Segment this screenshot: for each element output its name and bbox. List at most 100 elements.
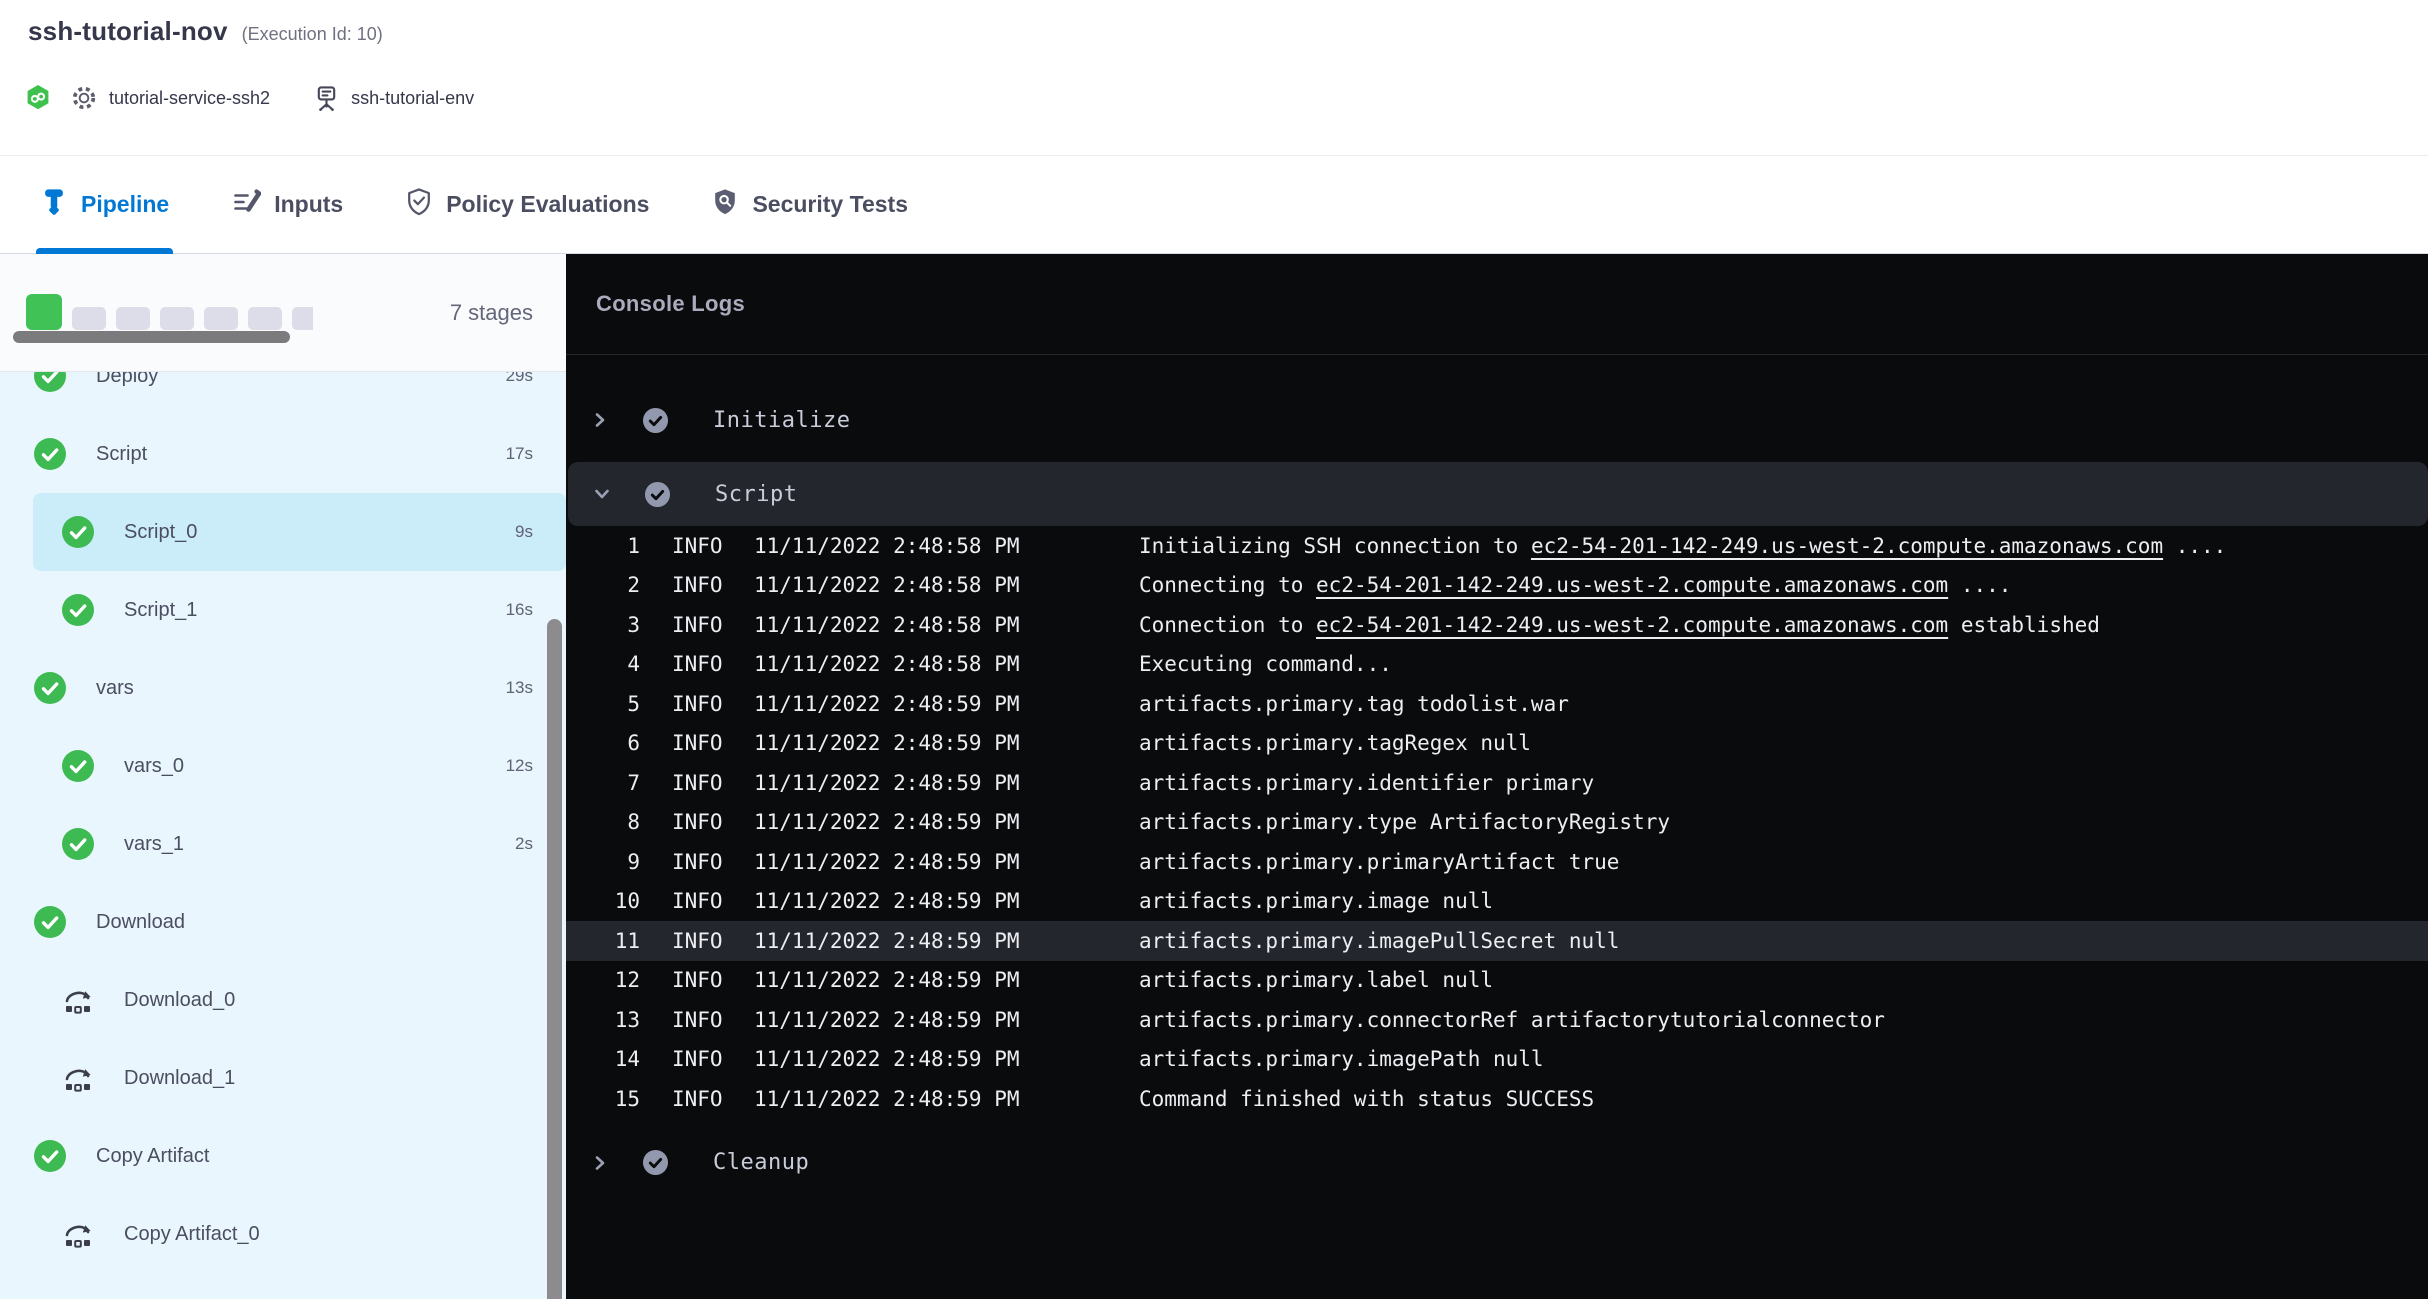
log-level: INFO: [672, 573, 732, 597]
log-line-number: 14: [590, 1047, 640, 1071]
minimap-segment[interactable]: [248, 307, 282, 330]
minimap-segment[interactable]: [160, 307, 194, 330]
tab-label: Policy Evaluations: [446, 191, 649, 218]
tab-policy-evaluations[interactable]: Policy Evaluations: [405, 156, 649, 253]
log-line[interactable]: 2 INFO 11/11/2022 2:48:58 PM Connecting …: [566, 566, 2428, 606]
stage-row-script-1[interactable]: Script_1 16s: [0, 571, 566, 649]
cd-module-icon: [25, 84, 51, 112]
chevron-down-icon[interactable]: [594, 486, 610, 502]
log-host-link[interactable]: ec2-54-201-142-249.us-west-2.compute.ama…: [1531, 534, 2163, 558]
log-timestamp: 11/11/2022 2:48:59 PM: [754, 1047, 1064, 1071]
log-host-link[interactable]: ec2-54-201-142-249.us-west-2.compute.ama…: [1316, 573, 1948, 597]
minimap-horizontal-scrollbar[interactable]: [13, 331, 290, 343]
stage-duration: 2s: [515, 834, 533, 854]
tab-pipeline[interactable]: Pipeline: [40, 156, 169, 253]
chevron-right-icon[interactable]: [592, 1155, 608, 1171]
stage-duration: 12s: [506, 756, 533, 776]
log-line[interactable]: 4 INFO 11/11/2022 2:48:58 PM Executing c…: [566, 645, 2428, 685]
tab-inputs[interactable]: Inputs: [231, 156, 343, 253]
log-message: artifacts.primary.imagePath null: [1139, 1047, 1544, 1071]
log-line[interactable]: 13 INFO 11/11/2022 2:48:59 PM artifacts.…: [566, 1000, 2428, 1040]
command-step-icon: [62, 984, 94, 1016]
log-timestamp: 11/11/2022 2:48:59 PM: [754, 692, 1064, 716]
stage-label: vars: [96, 677, 506, 700]
log-line-number: 5: [590, 692, 640, 716]
stage-row-download[interactable]: Download: [0, 883, 566, 961]
page-header: ssh-tutorial-nov (Execution Id: 10) tuto…: [0, 0, 2428, 155]
log-message: artifacts.primary.imagePullSecret null: [1139, 929, 1619, 953]
execution-tabbar: Pipeline Inputs Policy Evaluations Secur…: [0, 155, 2428, 254]
stage-row-script-0[interactable]: Script_0 9s: [33, 493, 566, 571]
stage-label: Download: [96, 911, 533, 934]
log-section-script[interactable]: Script: [568, 462, 2428, 526]
stage-row-vars-0[interactable]: vars_0 12s: [0, 727, 566, 805]
log-line[interactable]: 6 INFO 11/11/2022 2:48:59 PM artifacts.p…: [566, 724, 2428, 764]
execution-meta-row: tutorial-service-ssh2 ssh-tutorial-env: [25, 84, 474, 112]
tab-label: Security Tests: [752, 191, 908, 218]
stage-row-deploy[interactable]: Deploy 29s: [0, 372, 566, 415]
log-line[interactable]: 8 INFO 11/11/2022 2:48:59 PM artifacts.p…: [566, 803, 2428, 843]
log-level: INFO: [672, 613, 732, 637]
stage-row-script[interactable]: Script 17s: [0, 415, 566, 493]
log-line[interactable]: 12 INFO 11/11/2022 2:48:59 PM artifacts.…: [566, 961, 2428, 1001]
stage-row-copy-artifact-0[interactable]: Copy Artifact_0: [0, 1195, 566, 1273]
stage-list-vertical-scrollbar[interactable]: [547, 619, 562, 1299]
success-check-icon: [34, 438, 66, 470]
log-line[interactable]: 9 INFO 11/11/2022 2:48:59 PM artifacts.p…: [566, 842, 2428, 882]
log-line[interactable]: 15 INFO 11/11/2022 2:48:59 PM Command fi…: [566, 1079, 2428, 1119]
stage-row-vars-1[interactable]: vars_1 2s: [0, 805, 566, 883]
stage-row-vars[interactable]: vars 13s: [0, 649, 566, 727]
execution-content: 7 stages Deploy 29s Script 17s Script_0 …: [0, 254, 2428, 1299]
environment-name[interactable]: ssh-tutorial-env: [351, 88, 474, 109]
section-success-icon: [644, 481, 671, 508]
environment-icon: [314, 85, 339, 112]
log-message: artifacts.primary.connectorRef artifacto…: [1139, 1008, 1885, 1032]
log-timestamp: 11/11/2022 2:48:58 PM: [754, 613, 1064, 637]
stages-sidebar: 7 stages Deploy 29s Script 17s Script_0 …: [0, 254, 566, 1299]
stage-label: Download_1: [124, 1067, 533, 1090]
log-line[interactable]: 14 INFO 11/11/2022 2:48:59 PM artifacts.…: [566, 1040, 2428, 1080]
log-level: INFO: [672, 731, 732, 755]
log-line[interactable]: 7 INFO 11/11/2022 2:48:59 PM artifacts.p…: [566, 763, 2428, 803]
tab-security-tests[interactable]: Security Tests: [711, 156, 908, 253]
command-step-icon: [62, 1062, 94, 1094]
stage-duration: 9s: [515, 522, 533, 542]
log-host-link[interactable]: ec2-54-201-142-249.us-west-2.compute.ama…: [1316, 613, 1948, 637]
log-section-initialize[interactable]: Initialize: [566, 398, 2428, 442]
log-timestamp: 11/11/2022 2:48:59 PM: [754, 771, 1064, 795]
log-line[interactable]: 3 INFO 11/11/2022 2:48:58 PM Connection …: [566, 605, 2428, 645]
log-section-cleanup[interactable]: Cleanup: [566, 1141, 2428, 1185]
service-name[interactable]: tutorial-service-ssh2: [109, 88, 270, 109]
log-line[interactable]: 5 INFO 11/11/2022 2:48:59 PM artifacts.p…: [566, 684, 2428, 724]
stage-list: Deploy 29s Script 17s Script_0 9s Script…: [0, 372, 566, 1299]
stage-row-copy-artifact[interactable]: Copy Artifact: [0, 1117, 566, 1195]
log-line-number: 2: [590, 573, 640, 597]
minimap-segment[interactable]: [204, 307, 238, 330]
log-line[interactable]: 10 INFO 11/11/2022 2:48:59 PM artifacts.…: [566, 882, 2428, 922]
log-line[interactable]: 1 INFO 11/11/2022 2:48:58 PM Initializin…: [566, 526, 2428, 566]
console-panel: Console Logs Initialize Script 1 INFO 11…: [566, 254, 2428, 1299]
log-line-number: 4: [590, 652, 640, 676]
minimap-segment[interactable]: [116, 307, 150, 330]
stage-label: Copy Artifact_0: [124, 1223, 533, 1246]
page-title: ssh-tutorial-nov: [28, 16, 228, 47]
stage-label: Copy Artifact: [96, 1145, 533, 1168]
log-line[interactable]: 11 INFO 11/11/2022 2:48:59 PM artifacts.…: [566, 921, 2428, 961]
minimap-segment[interactable]: [292, 307, 313, 330]
stage-progress-minimap[interactable]: [26, 294, 313, 330]
log-line-number: 12: [590, 968, 640, 992]
log-level: INFO: [672, 652, 732, 676]
log-line-number: 3: [590, 613, 640, 637]
stage-label: Script: [96, 443, 506, 466]
service-gear-icon: [71, 85, 97, 111]
chevron-right-icon[interactable]: [592, 412, 608, 428]
log-level: INFO: [672, 968, 732, 992]
success-check-icon: [62, 750, 94, 782]
success-check-icon: [34, 372, 66, 392]
stage-row-download-0[interactable]: Download_0: [0, 961, 566, 1039]
minimap-segment[interactable]: [26, 294, 62, 330]
stage-row-download-1[interactable]: Download_1: [0, 1039, 566, 1117]
success-check-icon: [34, 906, 66, 938]
minimap-segment[interactable]: [72, 307, 106, 330]
log-timestamp: 11/11/2022 2:48:59 PM: [754, 810, 1064, 834]
